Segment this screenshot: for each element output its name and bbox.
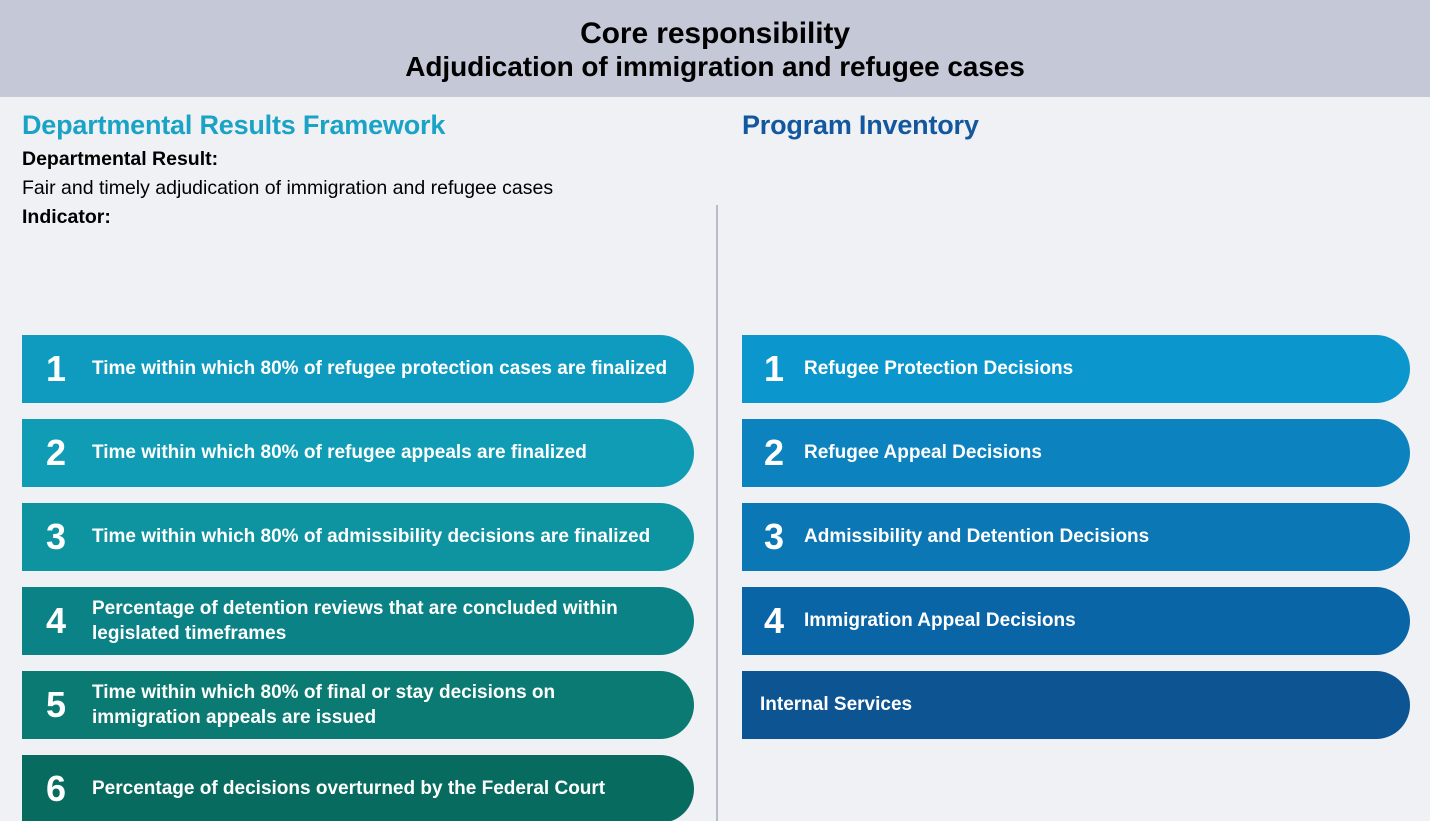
program-label: Admissibility and Detention Decisions: [804, 526, 1150, 548]
program-bar[interactable]: Internal Services: [742, 671, 1410, 739]
core-responsibility-title: Core responsibility: [580, 17, 850, 51]
indicator-label: Indicator:: [22, 205, 111, 228]
indicator-bar[interactable]: 5 Time within which 80% of final or stay …: [22, 671, 694, 739]
departmental-result-block: Departmental Result: Fair and timely adj…: [22, 145, 716, 232]
program-inventory-title: Program Inventory: [742, 110, 979, 140]
content-columns: Departmental Results Framework Departmen…: [0, 97, 1430, 821]
program-number: 1: [763, 348, 785, 389]
indicator-bar[interactable]: 1 Time within which 80% of refugee protec…: [22, 335, 694, 403]
indicator-number: 1: [45, 348, 67, 389]
indicator-label: Time within which 80% of refugee protect…: [92, 358, 668, 380]
program-number: 3: [763, 516, 785, 557]
indicator-bar[interactable]: 4 Percentage of detention reviews that ar…: [22, 587, 694, 655]
departmental-result-label: Departmental Result:: [22, 148, 219, 170]
departmental-results-framework-column: Departmental Results Framework Departmen…: [0, 97, 716, 821]
program-label: Immigration Appeal Decisions: [804, 610, 1076, 632]
program-bar[interactable]: 3 Admissibility and Detention Decisions: [742, 503, 1410, 571]
indicator-number: 5: [45, 684, 67, 725]
indicator-number: 4: [45, 600, 67, 641]
indicator-label: Percentage of decisions overturned by th…: [92, 778, 606, 800]
indicator-bar[interactable]: 6 Percentage of decisions overturned by t…: [22, 755, 694, 821]
program-bar[interactable]: 2 Refugee Appeal Decisions: [742, 419, 1410, 487]
indicator-label: Time within which 80% of final or stay d…: [92, 681, 556, 728]
indicator-bar-list: 1 Time within which 80% of refugee protec…: [22, 335, 694, 821]
indicator-number: 2: [45, 432, 67, 473]
program-number: 2: [763, 432, 785, 473]
column-divider: [716, 205, 718, 821]
program-label: Refugee Appeal Decisions: [804, 442, 1042, 464]
indicator-label: Percentage of detention reviews that are…: [92, 597, 618, 644]
indicator-bar[interactable]: 2 Time within which 80% of refugee appeal…: [22, 419, 694, 487]
core-responsibility-subtitle: Adjudication of immigration and refugee …: [405, 50, 1025, 82]
indicator-number: 6: [45, 768, 67, 809]
indicator-bar[interactable]: 3 Time within which 80% of admissibility …: [22, 503, 694, 571]
program-bar-list: 1 Refugee Protection Decisions 2 Refugee Ap…: [742, 335, 1410, 755]
indicator-label: Time within which 80% of admissibility d…: [92, 526, 651, 548]
departmental-result-text: Fair and timely adjudication of immigrat…: [22, 176, 554, 199]
program-inventory-column: Program Inventory 1 Refugee Protection De…: [716, 97, 1430, 739]
core-responsibility-header: Core responsibility Adjudication of immi…: [0, 0, 1430, 97]
program-bar[interactable]: 4 Immigration Appeal Decisions: [742, 587, 1410, 655]
program-label: Internal Services: [760, 694, 913, 716]
program-label: Refugee Protection Decisions: [804, 358, 1074, 380]
program-number: 4: [763, 600, 785, 641]
indicator-label: Time within which 80% of refugee appeals…: [92, 442, 587, 464]
program-bar[interactable]: 1 Refugee Protection Decisions: [742, 335, 1410, 403]
indicator-number: 3: [45, 516, 67, 557]
departmental-results-framework-title: Departmental Results Framework: [22, 110, 446, 140]
